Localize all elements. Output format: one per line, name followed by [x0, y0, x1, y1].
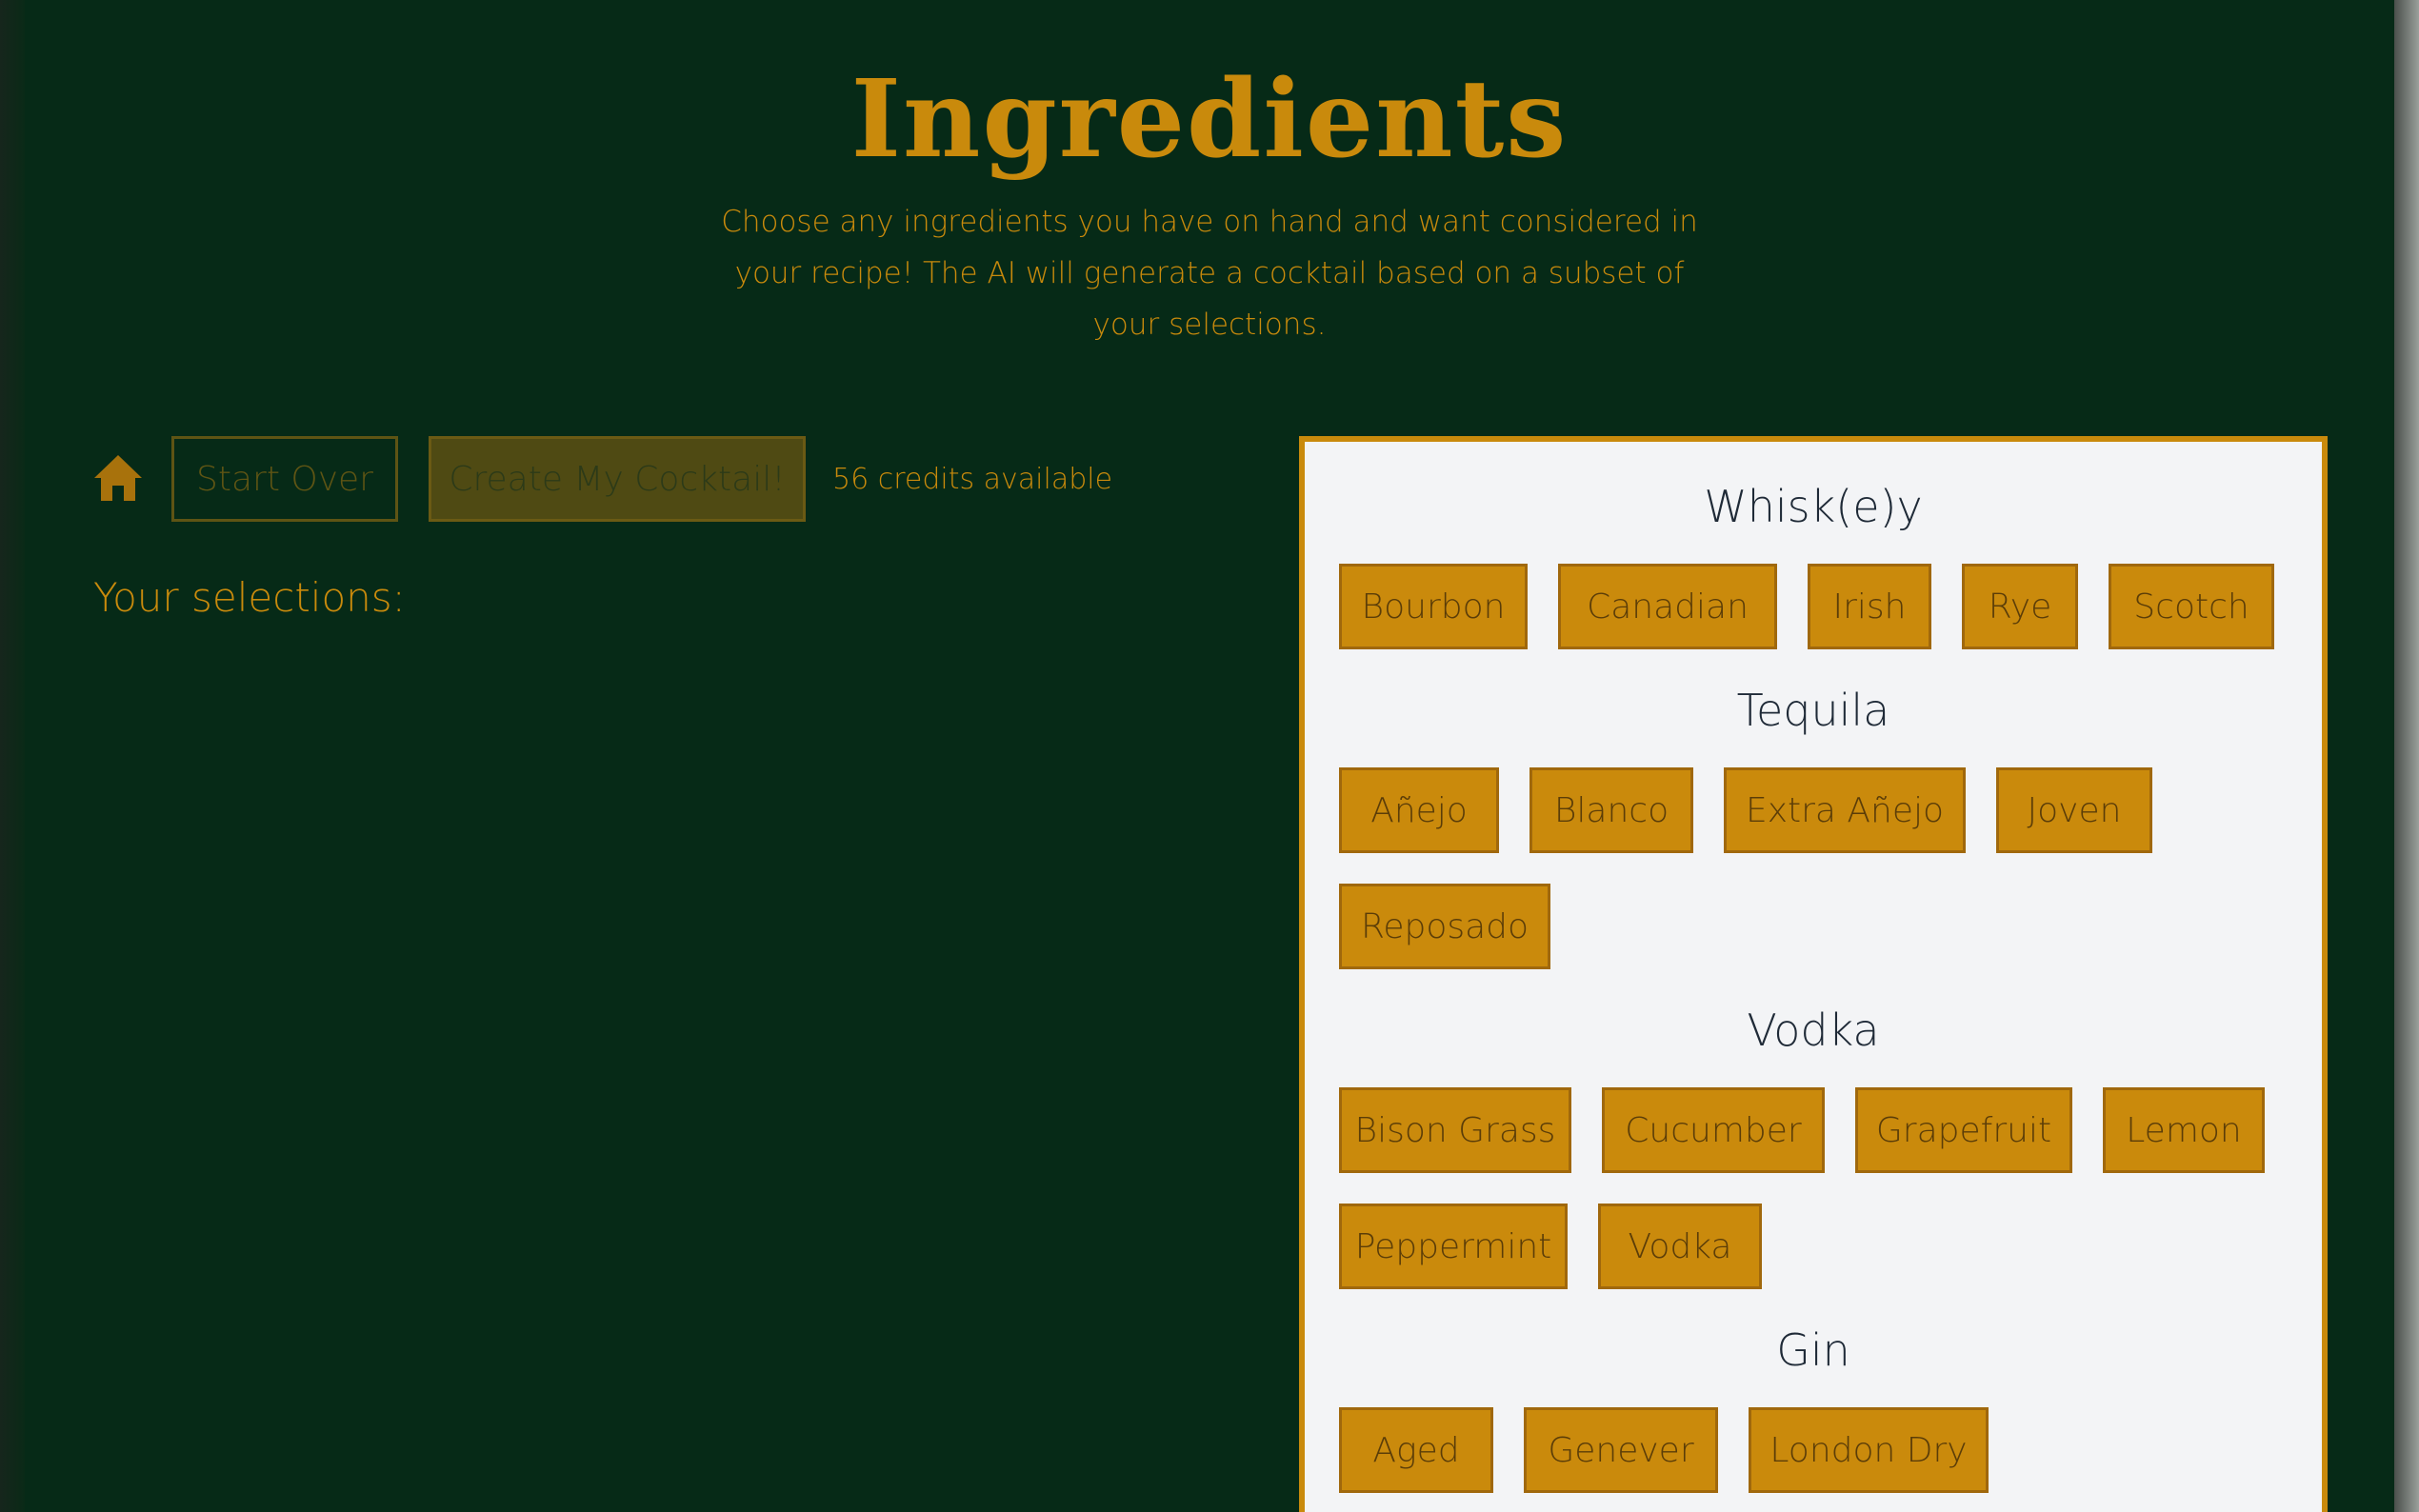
your-selections-label: Your selections: [93, 574, 406, 621]
ingredient-grapefruit[interactable]: Grapefruit [1855, 1087, 2072, 1173]
ingredients-panel: Whisk(e)y Bourbon Canadian Irish Rye Sco… [1299, 436, 2328, 1512]
ingredient-lemon[interactable]: Lemon [2103, 1087, 2265, 1173]
ingredient-london-dry[interactable]: London Dry [1749, 1407, 1989, 1493]
page-title: Ingredients [850, 57, 1569, 182]
category-title-gin: Gin [1776, 1324, 1850, 1376]
start-over-button[interactable]: Start Over [171, 436, 398, 522]
ingredient-blanco[interactable]: Blanco [1529, 767, 1693, 853]
ingredient-rye[interactable]: Rye [1962, 564, 2078, 649]
ingredient-cucumber[interactable]: Cucumber [1602, 1087, 1825, 1173]
create-cocktail-button[interactable]: Create My Cocktail! [429, 436, 806, 522]
ingredient-anejo[interactable]: Añejo [1339, 767, 1499, 853]
left-edge-shadow [0, 0, 25, 1512]
home-icon[interactable] [91, 451, 145, 505]
ingredient-extra-anejo[interactable]: Extra Añejo [1724, 767, 1966, 853]
ingredient-canadian[interactable]: Canadian [1558, 564, 1777, 649]
category-title-vodka: Vodka [1747, 1005, 1880, 1056]
page-subtitle: Choose any ingredients you have on hand … [721, 205, 1698, 342]
ingredient-aged[interactable]: Aged [1339, 1407, 1493, 1493]
ingredient-joven[interactable]: Joven [1996, 767, 2152, 853]
ingredient-bourbon[interactable]: Bourbon [1339, 564, 1528, 649]
ingredient-genever[interactable]: Genever [1524, 1407, 1718, 1493]
category-title-whiskey: Whisk(e)y [1704, 481, 1923, 532]
ingredient-reposado[interactable]: Reposado [1339, 884, 1550, 969]
ingredient-peppermint[interactable]: Peppermint [1339, 1204, 1568, 1289]
ingredient-irish[interactable]: Irish [1808, 564, 1931, 649]
credits-available: 56 credits available [832, 463, 1113, 496]
ingredient-scotch[interactable]: Scotch [2109, 564, 2274, 649]
ingredient-bison-grass[interactable]: Bison Grass [1339, 1087, 1571, 1173]
category-title-tequila: Tequila [1736, 685, 1890, 736]
right-scrollbar-track[interactable] [2394, 0, 2419, 1512]
ingredient-vodka[interactable]: Vodka [1598, 1204, 1762, 1289]
